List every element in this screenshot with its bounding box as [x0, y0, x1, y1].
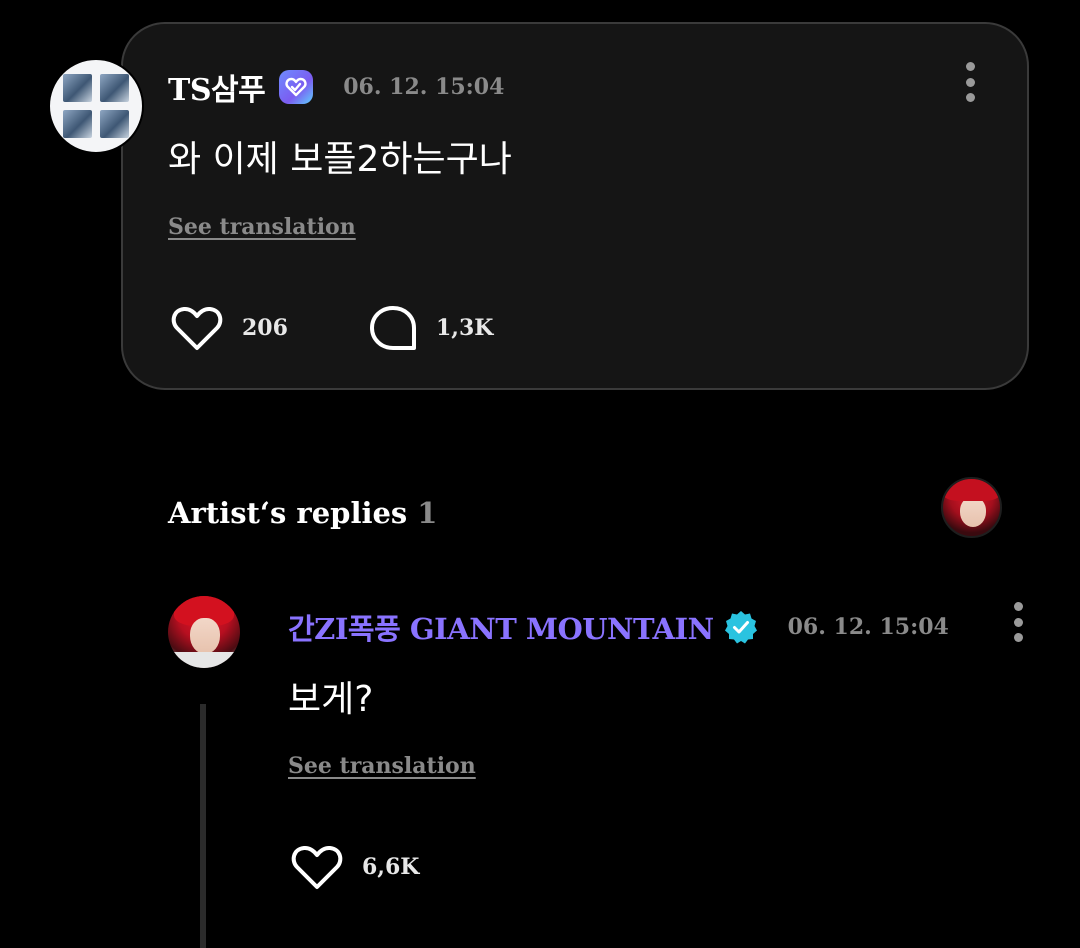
post-like-button[interactable]: 206	[170, 304, 288, 352]
post-more-menu-button[interactable]	[965, 62, 975, 102]
post-text: 와 이제 보플2하는구나	[168, 139, 512, 180]
post-timestamp: 06. 12. 15:04	[343, 74, 505, 100]
verified-blue-heart-icon	[279, 70, 314, 104]
heart-outline-icon	[171, 306, 223, 350]
avatar-image	[63, 74, 129, 138]
reply-username[interactable]: 간ZI폭풍 GIANT MOUNTAIN	[288, 606, 714, 648]
reply-more-menu-button[interactable]	[1013, 602, 1023, 642]
reply-see-translation-link[interactable]: See translation	[288, 753, 476, 779]
post-username[interactable]: TS삼푸	[168, 65, 266, 109]
reply-header: 간ZI폭풍 GIANT MOUNTAIN 06. 12. 15:04	[288, 602, 949, 652]
reply-timestamp: 06. 12. 15:04	[787, 614, 949, 640]
artist-replies-count: 1	[417, 496, 438, 530]
vertical-dots-icon	[965, 62, 975, 71]
reply-user-avatar[interactable]	[168, 596, 240, 668]
post-header: TS삼푸 06. 12. 15:04	[168, 62, 504, 112]
post-comment-count: 1,3K	[436, 315, 494, 341]
vertical-dots-icon	[1013, 602, 1023, 611]
post-like-count: 206	[242, 315, 288, 341]
reply-like-count: 6,6K	[362, 854, 420, 880]
heart-outline-icon	[291, 845, 343, 889]
post-comment-button[interactable]: 1,3K	[368, 304, 493, 352]
reply-text: 보게?	[288, 679, 374, 720]
artist-replies-title: Artist‘s replies	[168, 496, 408, 530]
reply-thread-line	[200, 704, 206, 948]
user-avatar[interactable]	[48, 58, 144, 154]
speech-bubble-icon	[370, 306, 416, 350]
verified-teal-check-icon	[724, 610, 758, 644]
artist-avatar-small[interactable]	[941, 477, 1002, 538]
post-see-translation-link[interactable]: See translation	[168, 214, 356, 240]
artist-replies-header: Artist‘s replies 1	[168, 490, 437, 536]
reply-like-button[interactable]: 6,6K	[290, 843, 419, 891]
